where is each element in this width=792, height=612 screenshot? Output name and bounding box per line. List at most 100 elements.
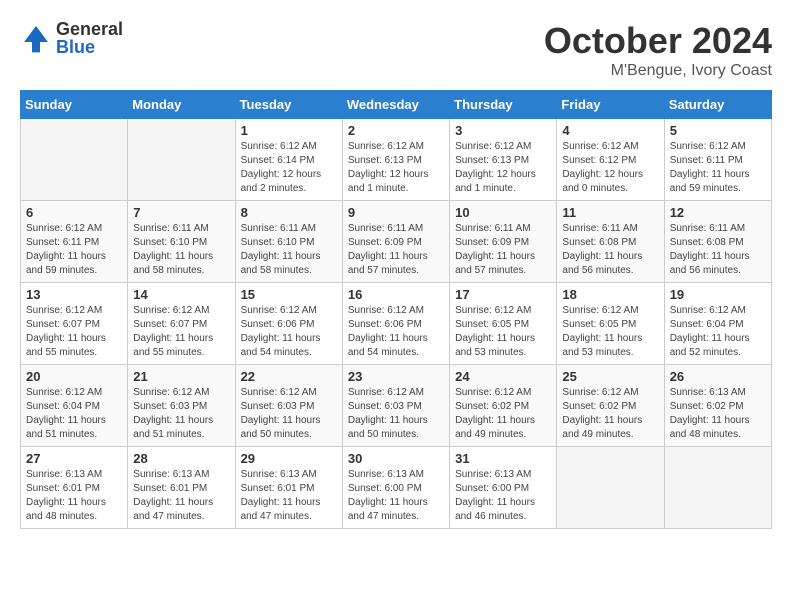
- day-info: Sunrise: 6:13 AM Sunset: 6:00 PM Dayligh…: [455, 468, 551, 524]
- day-number: 26: [670, 369, 766, 384]
- day-info: Sunrise: 6:12 AM Sunset: 6:02 PM Dayligh…: [562, 386, 658, 442]
- logo-general-text: General: [56, 20, 123, 38]
- calendar-cell: [557, 447, 664, 529]
- day-number: 17: [455, 287, 551, 302]
- calendar-cell: 19 Sunrise: 6:12 AM Sunset: 6:04 PM Dayl…: [664, 283, 771, 365]
- day-number: 20: [26, 369, 122, 384]
- day-number: 6: [26, 205, 122, 220]
- calendar-week-row: 13 Sunrise: 6:12 AM Sunset: 6:07 PM Dayl…: [21, 283, 772, 365]
- day-info: Sunrise: 6:12 AM Sunset: 6:05 PM Dayligh…: [455, 304, 551, 360]
- calendar-cell: 24 Sunrise: 6:12 AM Sunset: 6:02 PM Dayl…: [450, 365, 557, 447]
- day-info: Sunrise: 6:12 AM Sunset: 6:13 PM Dayligh…: [348, 140, 444, 196]
- day-number: 31: [455, 451, 551, 466]
- weekday-header-tuesday: Tuesday: [235, 91, 342, 119]
- weekday-header-saturday: Saturday: [664, 91, 771, 119]
- day-number: 4: [562, 123, 658, 138]
- calendar-cell: 18 Sunrise: 6:12 AM Sunset: 6:05 PM Dayl…: [557, 283, 664, 365]
- day-number: 13: [26, 287, 122, 302]
- day-info: Sunrise: 6:12 AM Sunset: 6:07 PM Dayligh…: [26, 304, 122, 360]
- calendar-cell: 13 Sunrise: 6:12 AM Sunset: 6:07 PM Dayl…: [21, 283, 128, 365]
- day-info: Sunrise: 6:12 AM Sunset: 6:04 PM Dayligh…: [670, 304, 766, 360]
- calendar-cell: 31 Sunrise: 6:13 AM Sunset: 6:00 PM Dayl…: [450, 447, 557, 529]
- day-number: 2: [348, 123, 444, 138]
- calendar-cell: 5 Sunrise: 6:12 AM Sunset: 6:11 PM Dayli…: [664, 119, 771, 201]
- day-info: Sunrise: 6:12 AM Sunset: 6:04 PM Dayligh…: [26, 386, 122, 442]
- day-number: 8: [241, 205, 337, 220]
- day-info: Sunrise: 6:11 AM Sunset: 6:09 PM Dayligh…: [348, 222, 444, 278]
- day-info: Sunrise: 6:11 AM Sunset: 6:09 PM Dayligh…: [455, 222, 551, 278]
- calendar-cell: 16 Sunrise: 6:12 AM Sunset: 6:06 PM Dayl…: [342, 283, 449, 365]
- weekday-header-sunday: Sunday: [21, 91, 128, 119]
- day-number: 1: [241, 123, 337, 138]
- day-number: 30: [348, 451, 444, 466]
- calendar-cell: 29 Sunrise: 6:13 AM Sunset: 6:01 PM Dayl…: [235, 447, 342, 529]
- day-info: Sunrise: 6:13 AM Sunset: 6:01 PM Dayligh…: [26, 468, 122, 524]
- day-number: 21: [133, 369, 229, 384]
- weekday-header-friday: Friday: [557, 91, 664, 119]
- weekday-header-row: SundayMondayTuesdayWednesdayThursdayFrid…: [21, 91, 772, 119]
- day-number: 18: [562, 287, 658, 302]
- day-number: 9: [348, 205, 444, 220]
- day-info: Sunrise: 6:12 AM Sunset: 6:13 PM Dayligh…: [455, 140, 551, 196]
- calendar-cell: 14 Sunrise: 6:12 AM Sunset: 6:07 PM Dayl…: [128, 283, 235, 365]
- weekday-header-monday: Monday: [128, 91, 235, 119]
- calendar-cell: 9 Sunrise: 6:11 AM Sunset: 6:09 PM Dayli…: [342, 201, 449, 283]
- day-number: 16: [348, 287, 444, 302]
- day-info: Sunrise: 6:12 AM Sunset: 6:03 PM Dayligh…: [241, 386, 337, 442]
- calendar-cell: 1 Sunrise: 6:12 AM Sunset: 6:14 PM Dayli…: [235, 119, 342, 201]
- calendar-cell: 23 Sunrise: 6:12 AM Sunset: 6:03 PM Dayl…: [342, 365, 449, 447]
- calendar-week-row: 1 Sunrise: 6:12 AM Sunset: 6:14 PM Dayli…: [21, 119, 772, 201]
- calendar-cell: 15 Sunrise: 6:12 AM Sunset: 6:06 PM Dayl…: [235, 283, 342, 365]
- day-info: Sunrise: 6:12 AM Sunset: 6:03 PM Dayligh…: [348, 386, 444, 442]
- day-number: 11: [562, 205, 658, 220]
- calendar-cell: 21 Sunrise: 6:12 AM Sunset: 6:03 PM Dayl…: [128, 365, 235, 447]
- page-header: General Blue October 2024 M'Bengue, Ivor…: [20, 20, 772, 80]
- calendar-week-row: 6 Sunrise: 6:12 AM Sunset: 6:11 PM Dayli…: [21, 201, 772, 283]
- day-number: 22: [241, 369, 337, 384]
- logo: General Blue: [20, 20, 123, 56]
- calendar-cell: [128, 119, 235, 201]
- day-number: 29: [241, 451, 337, 466]
- day-info: Sunrise: 6:12 AM Sunset: 6:06 PM Dayligh…: [241, 304, 337, 360]
- calendar-week-row: 20 Sunrise: 6:12 AM Sunset: 6:04 PM Dayl…: [21, 365, 772, 447]
- day-info: Sunrise: 6:13 AM Sunset: 6:02 PM Dayligh…: [670, 386, 766, 442]
- calendar-week-row: 27 Sunrise: 6:13 AM Sunset: 6:01 PM Dayl…: [21, 447, 772, 529]
- day-info: Sunrise: 6:11 AM Sunset: 6:08 PM Dayligh…: [562, 222, 658, 278]
- calendar-cell: 12 Sunrise: 6:11 AM Sunset: 6:08 PM Dayl…: [664, 201, 771, 283]
- day-number: 19: [670, 287, 766, 302]
- day-info: Sunrise: 6:12 AM Sunset: 6:05 PM Dayligh…: [562, 304, 658, 360]
- calendar-cell: 30 Sunrise: 6:13 AM Sunset: 6:00 PM Dayl…: [342, 447, 449, 529]
- calendar-cell: 26 Sunrise: 6:13 AM Sunset: 6:02 PM Dayl…: [664, 365, 771, 447]
- day-info: Sunrise: 6:13 AM Sunset: 6:00 PM Dayligh…: [348, 468, 444, 524]
- logo-icon: [20, 22, 52, 54]
- calendar-cell: 6 Sunrise: 6:12 AM Sunset: 6:11 PM Dayli…: [21, 201, 128, 283]
- day-number: 14: [133, 287, 229, 302]
- calendar-cell: 4 Sunrise: 6:12 AM Sunset: 6:12 PM Dayli…: [557, 119, 664, 201]
- calendar-cell: [21, 119, 128, 201]
- calendar-cell: 11 Sunrise: 6:11 AM Sunset: 6:08 PM Dayl…: [557, 201, 664, 283]
- calendar-cell: 2 Sunrise: 6:12 AM Sunset: 6:13 PM Dayli…: [342, 119, 449, 201]
- day-info: Sunrise: 6:11 AM Sunset: 6:08 PM Dayligh…: [670, 222, 766, 278]
- day-info: Sunrise: 6:13 AM Sunset: 6:01 PM Dayligh…: [133, 468, 229, 524]
- day-info: Sunrise: 6:12 AM Sunset: 6:07 PM Dayligh…: [133, 304, 229, 360]
- day-info: Sunrise: 6:12 AM Sunset: 6:02 PM Dayligh…: [455, 386, 551, 442]
- calendar-cell: 3 Sunrise: 6:12 AM Sunset: 6:13 PM Dayli…: [450, 119, 557, 201]
- day-number: 10: [455, 205, 551, 220]
- day-number: 28: [133, 451, 229, 466]
- day-number: 24: [455, 369, 551, 384]
- calendar-cell: 27 Sunrise: 6:13 AM Sunset: 6:01 PM Dayl…: [21, 447, 128, 529]
- day-number: 5: [670, 123, 766, 138]
- day-info: Sunrise: 6:12 AM Sunset: 6:14 PM Dayligh…: [241, 140, 337, 196]
- day-info: Sunrise: 6:12 AM Sunset: 6:12 PM Dayligh…: [562, 140, 658, 196]
- calendar-cell: 25 Sunrise: 6:12 AM Sunset: 6:02 PM Dayl…: [557, 365, 664, 447]
- calendar-table: SundayMondayTuesdayWednesdayThursdayFrid…: [20, 90, 772, 529]
- calendar-cell: 10 Sunrise: 6:11 AM Sunset: 6:09 PM Dayl…: [450, 201, 557, 283]
- calendar-cell: 17 Sunrise: 6:12 AM Sunset: 6:05 PM Dayl…: [450, 283, 557, 365]
- weekday-header-wednesday: Wednesday: [342, 91, 449, 119]
- day-info: Sunrise: 6:12 AM Sunset: 6:03 PM Dayligh…: [133, 386, 229, 442]
- calendar-cell: 20 Sunrise: 6:12 AM Sunset: 6:04 PM Dayl…: [21, 365, 128, 447]
- day-info: Sunrise: 6:11 AM Sunset: 6:10 PM Dayligh…: [133, 222, 229, 278]
- day-number: 3: [455, 123, 551, 138]
- day-info: Sunrise: 6:11 AM Sunset: 6:10 PM Dayligh…: [241, 222, 337, 278]
- weekday-header-thursday: Thursday: [450, 91, 557, 119]
